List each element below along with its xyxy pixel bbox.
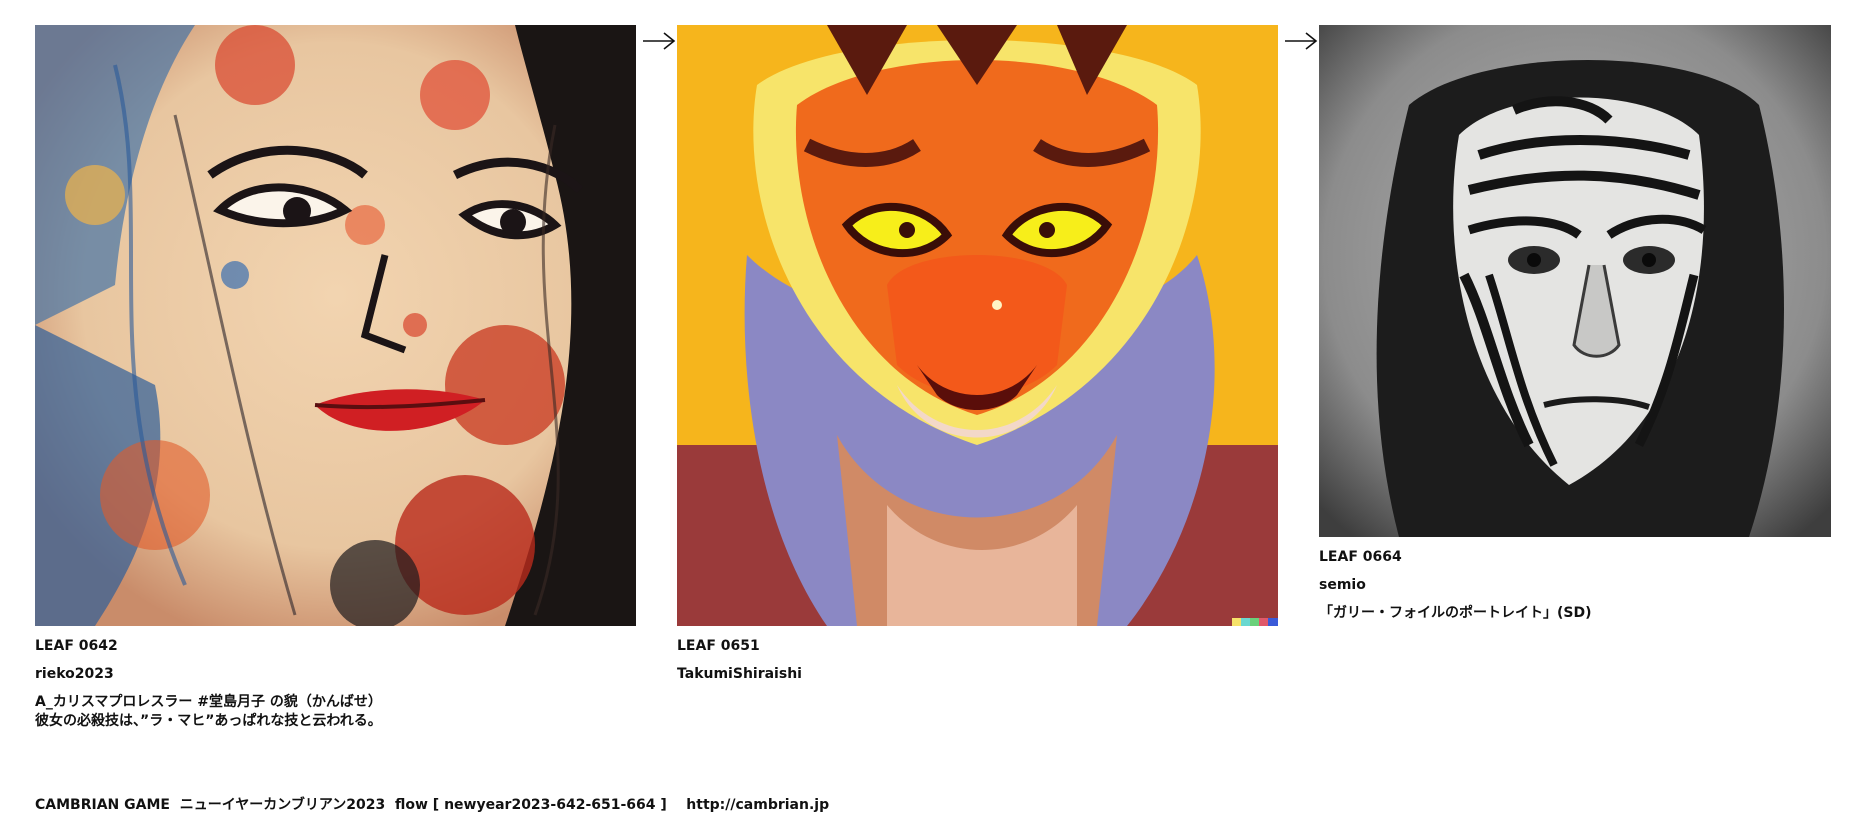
leaf-card-0642: LEAF 0642 rieko2023 A_カリスマプロレスラー #堂島月子 の… [35,25,636,731]
footer-flow-info[interactable]: CAMBRIAN GAME ニューイヤーカンブリアン2023 flow [ ne… [35,794,829,814]
right-arrow-icon [1285,32,1318,50]
leaf-number: LEAF 0642 [35,638,118,654]
leaf-description: 「ガリー・フォイルのポートレイト」(SD) [1319,605,1592,621]
leaf-number: LEAF 0651 [677,638,760,654]
leaf-card-0651: LEAF 0651 TakumiShiraishi [677,25,1278,684]
leaf-image-0664[interactable] [1319,25,1831,537]
author-name[interactable]: semio [1319,576,1831,595]
leaf-image-0642[interactable] [35,25,636,626]
leaf-card-0664: LEAF 0664 semio 「ガリー・フォイルのポートレイト」(SD) [1319,25,1831,623]
author-name[interactable]: rieko2023 [35,665,636,684]
leaf-number: LEAF 0664 [1319,549,1402,565]
leaf-image-0651[interactable] [677,25,1278,626]
leaf-description: A_カリスマプロレスラー #堂島月子 の貌（かんばせ） 彼女の必殺技は、”ラ・マ… [35,694,382,729]
right-arrow-icon [643,32,676,50]
author-name[interactable]: TakumiShiraishi [677,665,1278,684]
